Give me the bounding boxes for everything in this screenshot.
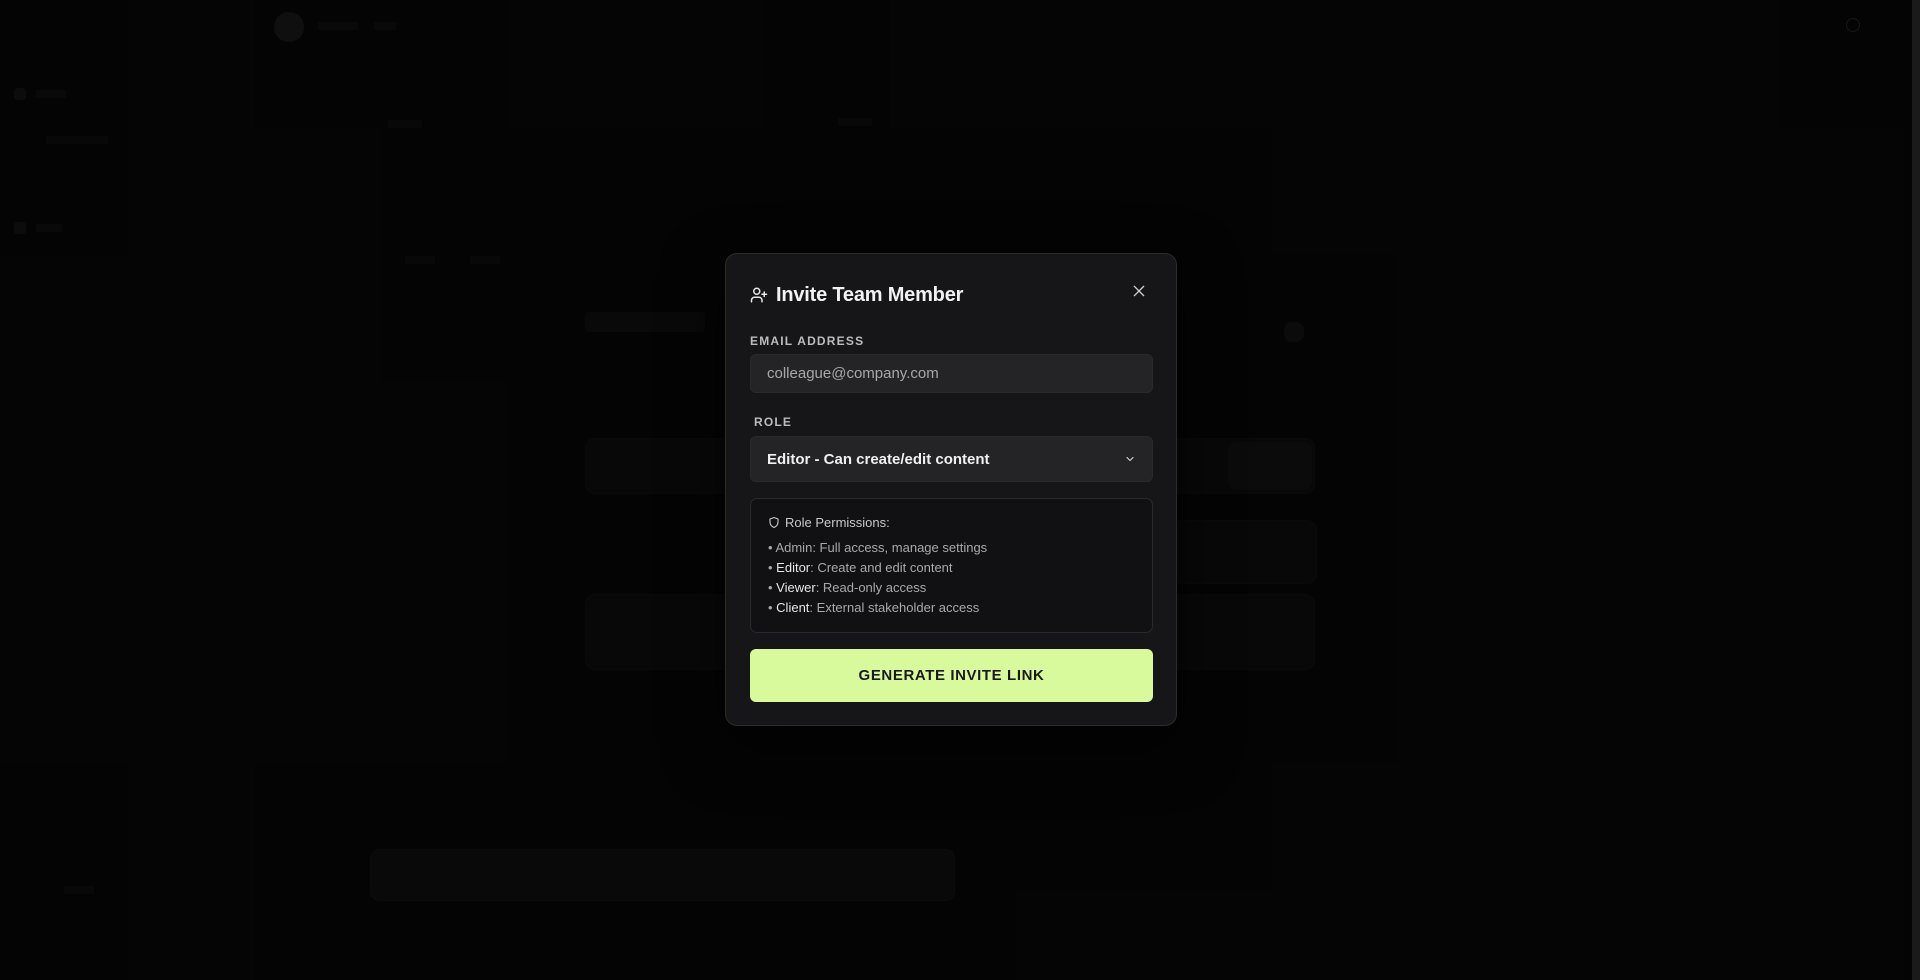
permissions-heading-text: Role Permissions: <box>785 515 890 530</box>
permission-desc: : External stakeholder access <box>809 600 980 615</box>
modal-header: Invite Team Member <box>750 278 1152 312</box>
generate-invite-link-button[interactable]: GENERATE INVITE LINK <box>750 649 1153 702</box>
role-permissions-box: Role Permissions: • Admin: Full access, … <box>750 498 1153 633</box>
invite-member-modal: Invite Team Member EMAIL ADDRESS ROLE Ed… <box>725 253 1177 726</box>
scrollbar[interactable] <box>1912 0 1920 980</box>
role-selected-value: Editor - Can create/edit content <box>767 450 990 468</box>
chevron-down-icon <box>1124 453 1136 465</box>
permission-role: Viewer <box>776 580 816 595</box>
role-label: ROLE <box>754 415 793 429</box>
permission-role: Client <box>776 600 810 615</box>
role-select[interactable]: Editor - Can create/edit content <box>750 436 1153 482</box>
close-button[interactable] <box>1126 280 1152 306</box>
shield-icon <box>768 516 780 529</box>
user-plus-icon <box>750 286 768 304</box>
permission-item: • Admin: Full access, manage settings <box>768 540 988 555</box>
permission-desc: : Read-only access <box>815 580 927 595</box>
permission-desc: : Create and edit content <box>810 560 953 575</box>
modal-title: Invite Team Member <box>776 283 964 306</box>
email-input[interactable] <box>750 354 1153 393</box>
permission-item: • Viewer: Read-only access <box>768 580 927 595</box>
permission-item: • Client: External stakeholder access <box>768 600 980 615</box>
permissions-heading: Role Permissions: <box>768 515 1135 530</box>
permission-role: Admin <box>775 540 813 555</box>
permission-role: Editor <box>776 560 811 575</box>
close-icon <box>1131 283 1147 304</box>
permission-item: • Editor: Create and edit content <box>768 560 953 575</box>
email-label: EMAIL ADDRESS <box>750 334 865 348</box>
permission-desc: : Full access, manage settings <box>812 540 988 555</box>
